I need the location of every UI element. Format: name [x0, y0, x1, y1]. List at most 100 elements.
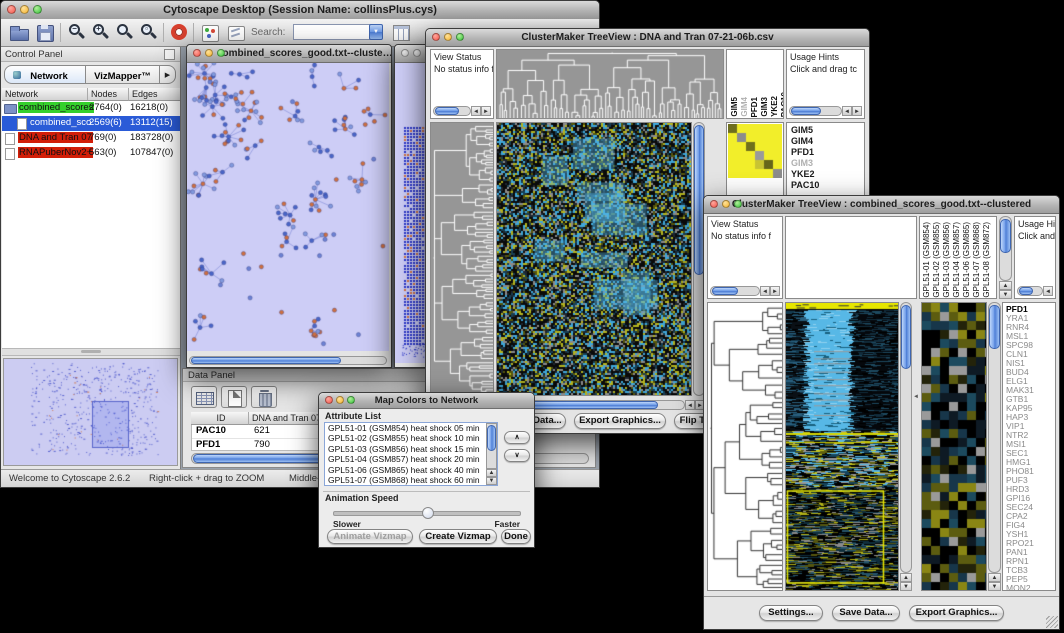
- attribute-item[interactable]: GPL51-03 (GSM856) heat shock 15 min: [325, 444, 486, 454]
- search-input[interactable]: [293, 24, 371, 40]
- gene-row-label[interactable]: PFD1: [791, 147, 864, 158]
- move-up-button[interactable]: ∧: [504, 431, 530, 444]
- close-icon[interactable]: [710, 200, 718, 208]
- minimize-icon[interactable]: [413, 49, 421, 57]
- float-panel-icon[interactable]: [164, 49, 175, 60]
- zoom-heatmap-panel[interactable]: [921, 302, 987, 591]
- close-icon[interactable]: [193, 49, 201, 57]
- vizmapper-nodes-icon[interactable]: [200, 23, 220, 42]
- create-vizmap-button[interactable]: Create Vizmap: [419, 529, 497, 544]
- close-icon[interactable]: [7, 5, 16, 14]
- new-attribute-icon[interactable]: [221, 386, 247, 408]
- tab-overflow-icon[interactable]: ▶: [160, 65, 176, 84]
- column-label[interactable]: PAC10: [780, 92, 784, 117]
- tab-vizmapper[interactable]: VizMapper™: [86, 65, 160, 84]
- network-hscrollbar[interactable]: [189, 356, 387, 365]
- scroll-up-icon[interactable]: ▲: [999, 281, 1012, 290]
- attribute-item[interactable]: GPL51-02 (GSM855) heat shock 10 min: [325, 433, 486, 443]
- table-import-icon[interactable]: [391, 23, 411, 42]
- gene-row-label[interactable]: YKE2: [791, 169, 864, 180]
- row-dendrogram-panel[interactable]: [707, 302, 783, 591]
- gene-row-label[interactable]: MON2: [1006, 584, 1055, 591]
- heatmap-canvas[interactable]: [497, 123, 691, 395]
- usage-hints-hscrollbar[interactable]: ◄ ►: [789, 106, 862, 116]
- view-status-hscrollbar[interactable]: ◄ ►: [710, 286, 780, 296]
- column-dendrogram-panel[interactable]: [785, 216, 917, 299]
- attribute-item[interactable]: GPL51-04 (GSM857) heat shock 20 min: [325, 454, 486, 464]
- dialog-titlebar[interactable]: Map Colors to Network: [319, 393, 534, 409]
- attribute-item[interactable]: GPL51-01 (GSM854) heat shock 05 min: [325, 423, 486, 433]
- array-column-label[interactable]: GPL51-04 (GSM857): [952, 222, 961, 298]
- network-view-titlebar[interactable]: combined_scores_good.txt--cluste…: [187, 45, 391, 63]
- zoom-vscrollbar[interactable]: ▲ ▼: [988, 302, 1001, 591]
- slider-thumb[interactable]: [422, 507, 434, 519]
- tab-network[interactable]: Network: [4, 65, 86, 84]
- treeview1-titlebar[interactable]: ClusterMaker TreeView : DNA and Tran 07-…: [426, 29, 869, 47]
- array-column-label[interactable]: GPL51-01 (GSM854): [922, 222, 931, 298]
- zoom-window-icon[interactable]: [33, 5, 42, 14]
- gene-row-label[interactable]: GIM5: [791, 125, 864, 136]
- scroll-left-icon[interactable]: ◄: [760, 286, 770, 296]
- save-icon[interactable]: [35, 23, 55, 42]
- save-data-button[interactable]: Save Data...: [832, 605, 900, 621]
- usage-hints-hscrollbar[interactable]: ◄: [1017, 286, 1053, 296]
- gene-row-label[interactable]: GIM3: [791, 158, 864, 169]
- close-icon[interactable]: [401, 49, 409, 57]
- close-icon[interactable]: [432, 33, 440, 41]
- network-canvas[interactable]: [187, 63, 389, 351]
- column-label[interactable]: GIM3: [760, 97, 769, 117]
- open-file-icon[interactable]: [9, 23, 29, 42]
- row-dendrogram-canvas[interactable]: [708, 303, 782, 590]
- scroll-left-icon[interactable]: ◄: [471, 106, 481, 116]
- table-row[interactable]: DNA and Tran 07 769(0) 183728(0): [2, 131, 180, 146]
- scroll-up-icon[interactable]: ▲: [900, 573, 912, 582]
- close-icon[interactable]: [325, 396, 333, 404]
- scroll-up-icon[interactable]: ▲: [988, 573, 1001, 582]
- zoom-fit-icon[interactable]: ▫: [139, 23, 159, 42]
- zoom-in-icon[interactable]: +: [91, 23, 111, 42]
- annotation-icon[interactable]: [226, 23, 246, 42]
- column-dendrogram-panel[interactable]: [496, 49, 724, 119]
- global-heatmap-panel[interactable]: [785, 302, 899, 591]
- zoom-window-icon[interactable]: [734, 200, 742, 208]
- scroll-right-icon[interactable]: ►: [852, 106, 862, 116]
- export-graphics-button[interactable]: Export Graphics...: [909, 605, 1004, 621]
- settings-button[interactable]: Settings...: [759, 605, 823, 621]
- array-column-label[interactable]: GPL51-07 (GSM868): [972, 222, 981, 298]
- network-overview-panel[interactable]: [3, 358, 178, 466]
- global-heatmap-canvas[interactable]: [786, 303, 898, 590]
- array-column-label[interactable]: GPL51-06 (GSM865): [962, 222, 971, 298]
- minimize-icon[interactable]: [722, 200, 730, 208]
- scroll-up-icon[interactable]: ▲: [486, 469, 497, 477]
- minimize-icon[interactable]: [20, 5, 29, 14]
- scroll-left-icon[interactable]: ◄: [685, 400, 695, 410]
- animate-vizmap-button[interactable]: Animate Vizmap: [327, 529, 413, 544]
- network-canvas[interactable]: [395, 63, 429, 363]
- global-vscrollbar[interactable]: ▲ ▼: [900, 302, 912, 591]
- scroll-down-icon[interactable]: ▼: [900, 582, 912, 591]
- main-titlebar[interactable]: Cytoscape Desktop (Session Name: collins…: [1, 1, 599, 20]
- treeview2-titlebar[interactable]: ClusterMaker TreeView : combined_scores_…: [704, 196, 1059, 214]
- column-label[interactable]: PFD1: [750, 97, 759, 117]
- delete-attribute-trash-icon[interactable]: [251, 386, 277, 408]
- minimize-icon[interactable]: [205, 49, 213, 57]
- zoom-out-icon[interactable]: −: [67, 23, 87, 42]
- column-label[interactable]: YKE2: [770, 96, 779, 117]
- row-dendrogram-panel[interactable]: [430, 122, 494, 396]
- scroll-down-icon[interactable]: ▼: [999, 290, 1012, 299]
- attribute-item[interactable]: GPL51-06 (GSM865) heat shock 40 min: [325, 465, 486, 475]
- table-row[interactable]: RNAPuberNov2+ 563(0) 107847(0): [2, 146, 180, 161]
- zoom-window-icon[interactable]: [347, 396, 355, 404]
- heatmap-panel[interactable]: [496, 122, 692, 396]
- table-row[interactable]: combined_scores 2764(0) 16218(0): [2, 101, 180, 116]
- move-down-button[interactable]: ∨: [504, 449, 530, 462]
- network-overview-canvas[interactable]: [4, 359, 177, 465]
- zoom-window-icon[interactable]: [217, 49, 225, 57]
- summary-heatmap-canvas[interactable]: [728, 124, 782, 178]
- minimize-icon[interactable]: [444, 33, 452, 41]
- table-row-selected[interactable]: combined_sco 2569(6) 13112(15): [2, 116, 180, 131]
- gene-row-label[interactable]: PAC10: [791, 180, 864, 191]
- array-column-label[interactable]: GPL51-08 (GSM872): [982, 222, 991, 298]
- column-labels-vscrollbar[interactable]: ▲ ▼: [999, 216, 1012, 299]
- zoom-window-icon[interactable]: [456, 33, 464, 41]
